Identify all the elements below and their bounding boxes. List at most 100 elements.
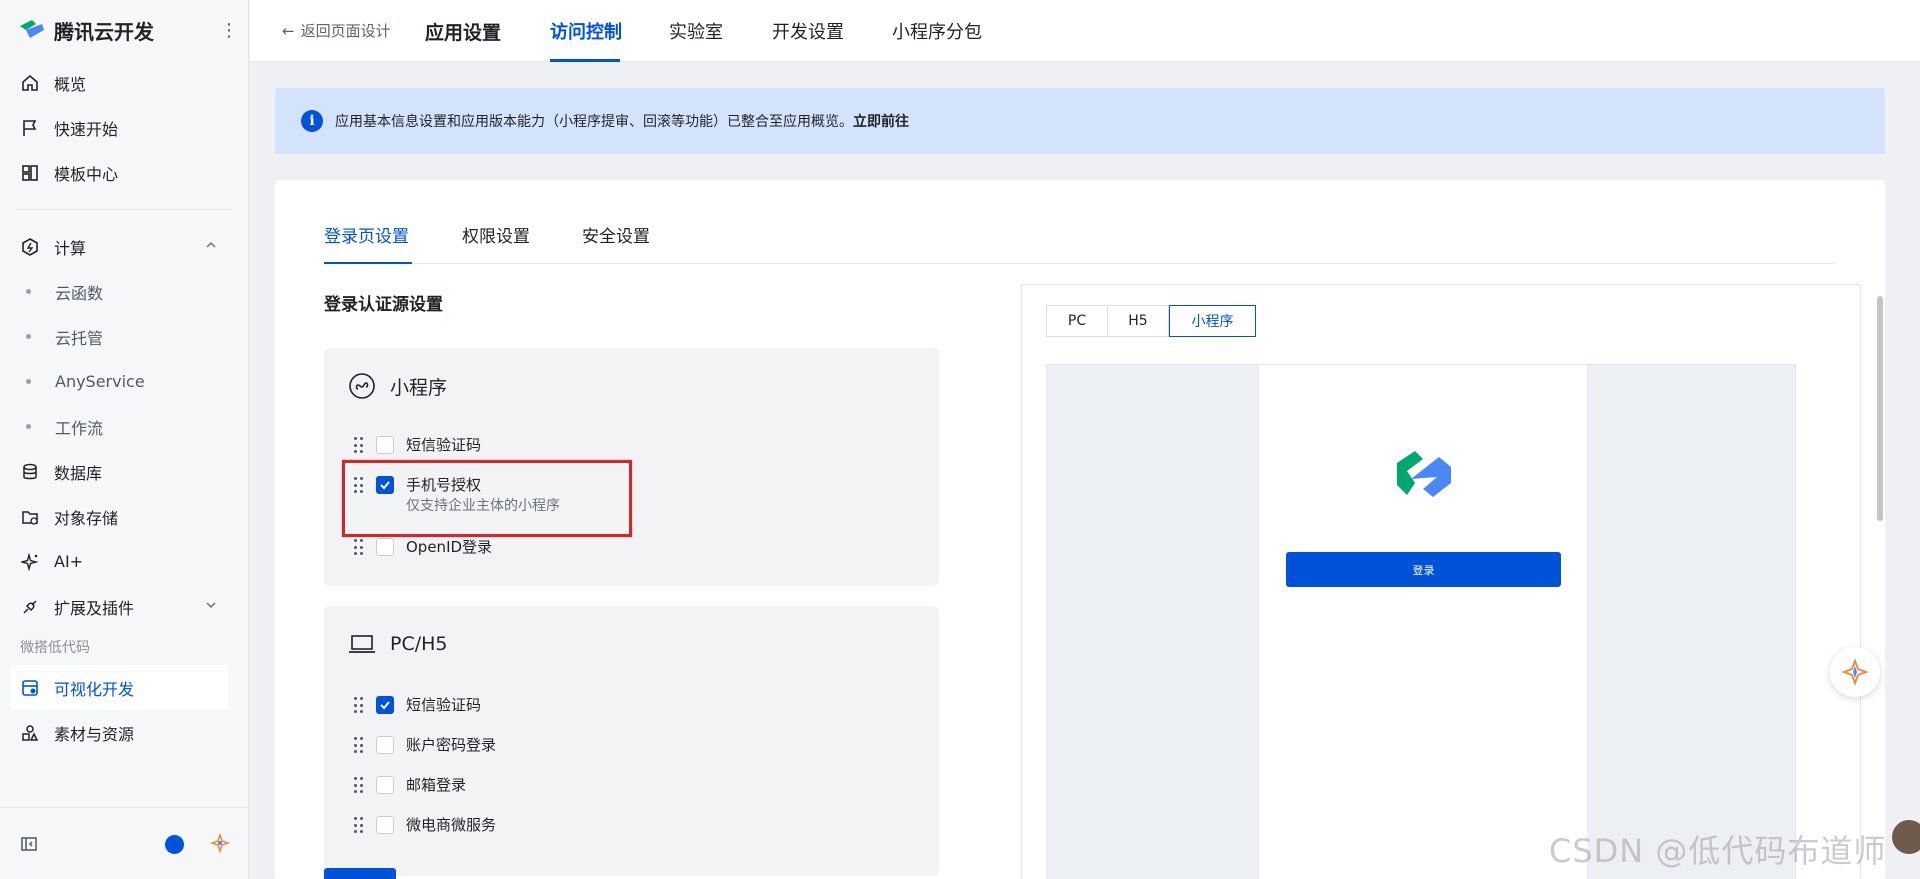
sidebar-footer (0, 807, 249, 879)
sidebar-nav-compute: 计算 云函数 云托管 AnyService 工作流 数据库 对象存储 AI+ 扩… (0, 224, 248, 629)
avatar[interactable] (1892, 820, 1920, 854)
group-header: 小程序 (348, 372, 447, 400)
drag-handle-icon[interactable] (354, 737, 364, 755)
back-link[interactable]: ← 返回页面设计 (282, 20, 391, 41)
auth-option: 邮箱登录 (354, 774, 466, 796)
drag-handle-icon[interactable] (354, 539, 364, 557)
chevron-down-icon[interactable] (205, 599, 217, 611)
platform-h5-button[interactable]: H5 (1108, 305, 1169, 337)
tab-dev-settings[interactable]: 开发设置 (772, 18, 844, 44)
user-avatar-icon[interactable] (165, 835, 184, 854)
sidebar-item-storage[interactable]: 对象存储 (0, 494, 248, 539)
arrow-left-icon: ← (282, 21, 295, 40)
bullet-icon (26, 334, 31, 339)
drag-handle-icon[interactable] (354, 817, 364, 835)
laptop-icon (348, 630, 376, 658)
sidebar-item-label: 快速开始 (54, 119, 119, 139)
sidebar-item-label: 数据库 (54, 463, 103, 483)
check-icon (380, 701, 390, 710)
watermark: CSDN @低代码布道师 (1549, 832, 1887, 870)
sidebar-item-cloud-function[interactable]: 云函数 (0, 269, 248, 314)
sidebar-item-label: 模板中心 (54, 164, 119, 184)
brand[interactable]: 腾讯云开发 (0, 0, 248, 60)
checkbox[interactable] (376, 776, 394, 794)
tab-access-control[interactable]: 访问控制 (550, 18, 622, 44)
ai-assistant-icon (1841, 658, 1869, 686)
banner-text: 应用基本信息设置和应用版本能力（小程序提审、回滚等功能）已整合至应用概览。 (335, 114, 853, 130)
home-icon (20, 73, 40, 93)
sidebar-item-templates[interactable]: 模板中心 (0, 150, 248, 195)
group-title: PC/H5 (390, 633, 448, 655)
info-icon: i (301, 110, 323, 132)
sidebar-item-cloud-run[interactable]: 云托管 (0, 314, 248, 359)
sidebar-item-assets[interactable]: 素材与资源 (0, 710, 248, 755)
preview-login-button[interactable]: 登录 (1286, 552, 1561, 587)
bullet-icon (26, 424, 31, 429)
banner-link[interactable]: 立即前往 (853, 111, 909, 131)
more-vertical-icon[interactable]: ⋮ (220, 20, 238, 41)
sidebar-item-label: AnyService (55, 372, 145, 391)
sidebar-item-overview[interactable]: 概览 (0, 60, 248, 105)
tab-login-page[interactable]: 登录页设置 (324, 222, 409, 247)
sidebar: 腾讯云开发 ⋮ 概览 快速开始 模板中心 计算 云函数 云托管 AnyServi… (0, 0, 249, 879)
divider (16, 209, 232, 210)
sidebar-item-label: 云托管 (55, 328, 104, 348)
sidebar-item-label: 素材与资源 (54, 724, 135, 744)
pc-h5-auth-group: PC/H5 短信验证码 账户密码登录 邮箱登录 微电商微服务 (324, 606, 939, 876)
chevron-up-icon[interactable] (205, 239, 217, 251)
scrollbar[interactable] (1877, 296, 1883, 521)
platform-pc-button[interactable]: PC (1046, 305, 1108, 337)
sidebar-item-quickstart[interactable]: 快速开始 (0, 105, 248, 150)
phone-preview: 登录 (1259, 365, 1587, 879)
cloudbase-logo-icon (20, 20, 44, 38)
option-label: 邮箱登录 (406, 776, 467, 794)
login-preview-panel: PC H5 小程序 登录 (1021, 284, 1861, 879)
option-label: 短信验证码 (406, 696, 482, 714)
auth-option: 微电商微服务 (354, 814, 496, 836)
checkbox[interactable] (376, 816, 394, 834)
sidebar-item-plugins[interactable]: 扩展及插件 (0, 584, 248, 629)
group-title: 小程序 (390, 376, 448, 399)
sidebar-item-database[interactable]: 数据库 (0, 449, 248, 494)
sparkle-icon (20, 552, 40, 572)
tab-permissions[interactable]: 权限设置 (462, 222, 530, 247)
bullet-icon (26, 289, 31, 294)
tab-lab[interactable]: 实验室 (669, 18, 723, 44)
tab-app-settings[interactable]: 应用设置 (425, 18, 501, 45)
checkbox[interactable] (376, 436, 394, 454)
bullet-icon (26, 379, 31, 384)
miniprogram-icon (348, 372, 376, 400)
preview-canvas: 登录 (1046, 364, 1796, 879)
sidebar-item-ai[interactable]: AI+ (0, 539, 248, 584)
option-label: OpenID登录 (406, 538, 493, 556)
sidebar-item-label: 对象存储 (54, 508, 119, 528)
tab-security[interactable]: 安全设置 (582, 222, 650, 247)
floating-ai-button[interactable] (1830, 647, 1880, 697)
sidebar-item-label: AI+ (54, 552, 84, 571)
drag-handle-icon[interactable] (354, 437, 364, 455)
drag-handle-icon[interactable] (354, 697, 364, 715)
highlight-annotation (342, 460, 632, 537)
drag-handle-icon[interactable] (354, 777, 364, 795)
auth-option: 短信验证码 (354, 434, 481, 456)
checkbox[interactable] (376, 538, 394, 556)
checkbox-checked[interactable] (376, 696, 394, 714)
sidebar-item-label: 云函数 (55, 283, 104, 303)
sidebar-item-visual-dev[interactable]: 可视化开发 (10, 665, 228, 710)
platform-miniprogram-button[interactable]: 小程序 (1169, 305, 1256, 337)
sidebar-item-workflow[interactable]: 工作流 (0, 404, 248, 449)
tab-subpackage[interactable]: 小程序分包 (892, 18, 982, 44)
content-tabs: 登录页设置 权限设置 安全设置 (324, 222, 1834, 264)
auth-option: OpenID登录 (354, 536, 492, 558)
collapse-sidebar-icon[interactable] (20, 835, 38, 853)
sidebar-item-label: 可视化开发 (54, 679, 135, 699)
ai-assistant-icon[interactable] (210, 833, 230, 853)
checkbox[interactable] (376, 736, 394, 754)
sidebar-item-label: 工作流 (55, 418, 104, 438)
sidebar-item-anyservice[interactable]: AnyService (0, 359, 248, 404)
active-tab-indicator (324, 262, 412, 264)
info-banner: i 应用基本信息设置和应用版本能力（小程序提审、回滚等功能）已整合至应用概览。 … (275, 88, 1885, 154)
sidebar-item-compute[interactable]: 计算 (0, 224, 248, 269)
save-button[interactable] (324, 868, 396, 879)
active-tab-indicator (550, 59, 620, 62)
